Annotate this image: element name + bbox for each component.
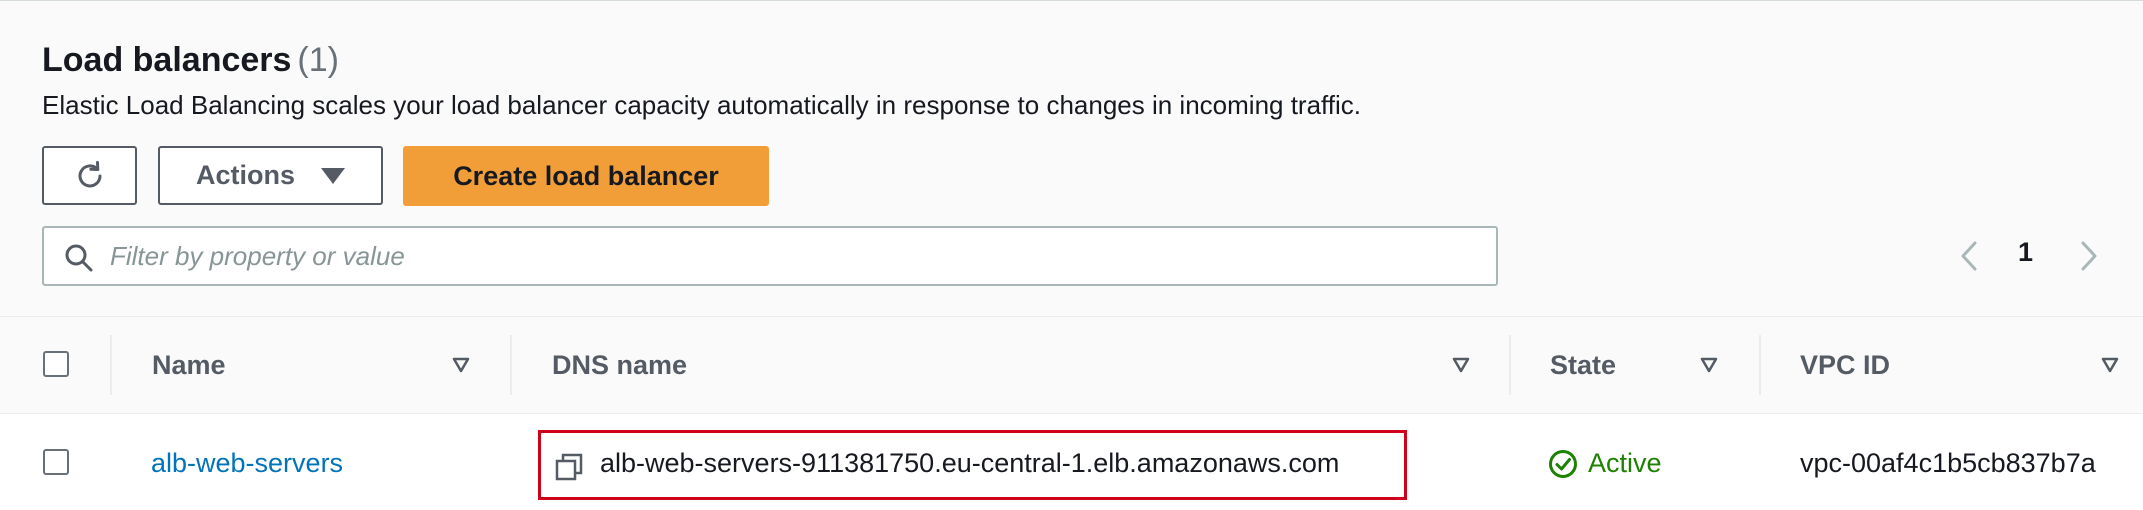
state-status: Active — [1548, 448, 1662, 479]
page-title: Load balancers (1) — [42, 41, 339, 80]
row-select-checkbox[interactable] — [43, 449, 69, 475]
column-header-name[interactable]: Name — [152, 350, 226, 381]
column-header-vpc-id[interactable]: VPC ID — [1800, 350, 1890, 381]
table-row: alb-web-servers alb-web-servers-91138175… — [0, 414, 2143, 510]
actions-label: Actions — [195, 160, 295, 190]
column-divider — [1759, 335, 1761, 395]
create-label: Create load balancer — [453, 160, 719, 191]
refresh-icon — [78, 160, 101, 187]
sort-caret-icon[interactable] — [1452, 357, 1470, 373]
caret-down-icon — [321, 167, 345, 184]
sort-caret-icon[interactable] — [1700, 357, 1718, 373]
pagination-next-icon[interactable] — [2073, 235, 2103, 277]
column-divider — [510, 335, 512, 395]
title-text: Load balancers — [42, 41, 292, 79]
copy-icon[interactable] — [554, 452, 584, 482]
pagination-previous-icon[interactable] — [1955, 235, 1985, 277]
pagination-current-page[interactable]: 1 — [2018, 237, 2033, 268]
success-check-icon — [1549, 449, 1577, 478]
page-description: Elastic Load Balancing scales your load … — [42, 90, 1362, 120]
load-balancers-panel: Load balancers (1) Elastic Load Balancing… — [0, 0, 2143, 510]
column-divider — [1509, 335, 1511, 395]
load-balancer-name-link[interactable]: alb-web-servers — [151, 448, 343, 479]
column-header-state[interactable]: State — [1550, 350, 1616, 381]
panel-header: Load balancers (1) Elastic Load Balancing… — [0, 1, 2143, 317]
actions-dropdown-button[interactable]: Actions — [158, 146, 383, 205]
refresh-button[interactable] — [42, 146, 137, 205]
vpc-id-value: vpc-00af4c1b5cb837b7a — [1800, 448, 2096, 478]
create-load-balancer-button[interactable]: Create load balancer — [403, 146, 769, 206]
title-count: (1) — [297, 41, 339, 79]
sort-caret-icon[interactable] — [2101, 357, 2119, 373]
state-label: Active — [1588, 448, 1662, 478]
dns-name-value: alb-web-servers-911381750.eu-central-1.e… — [600, 448, 1340, 478]
search-icon — [65, 244, 93, 272]
column-divider — [110, 335, 112, 395]
filter-search-box[interactable] — [42, 226, 1498, 286]
select-all-checkbox[interactable] — [43, 351, 69, 377]
table-header: Name DNS name State VPC ID — [0, 317, 2143, 414]
sort-caret-icon[interactable] — [452, 357, 470, 373]
column-header-dns-name[interactable]: DNS name — [552, 350, 687, 381]
filter-input[interactable] — [110, 228, 1480, 284]
